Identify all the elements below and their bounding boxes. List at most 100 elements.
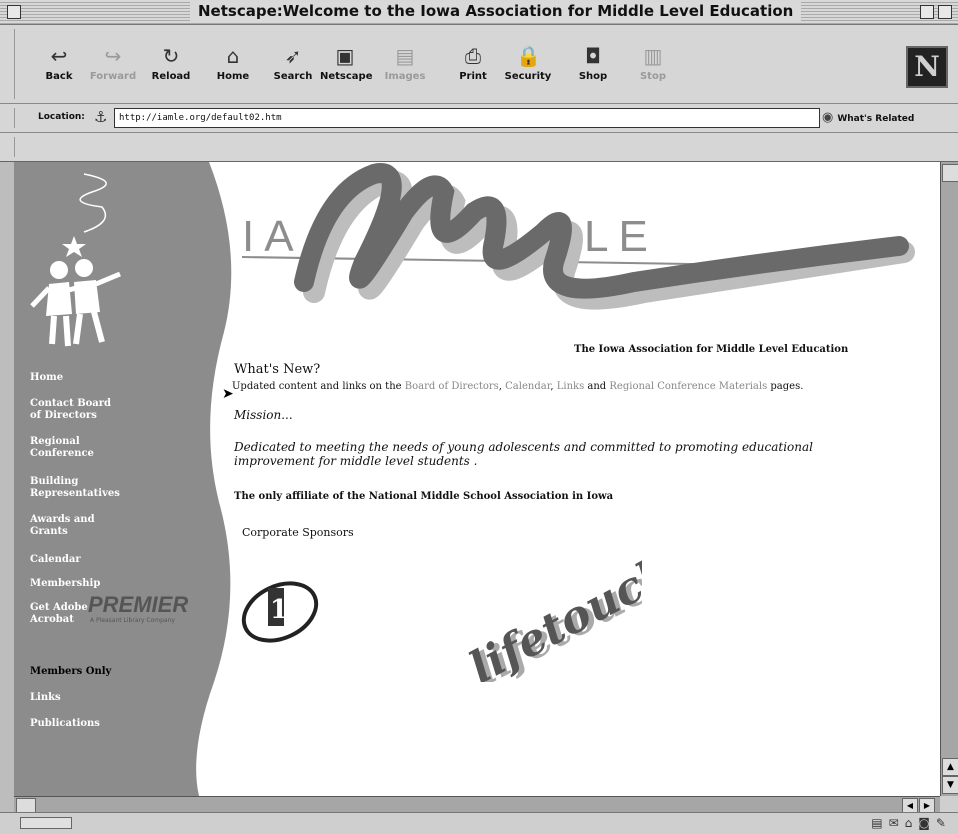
nav-link-label: Links [30,692,61,703]
forward-icon: ↪ [104,44,122,68]
sponsors-heading: Corporate Sponsors [242,526,354,539]
mission-heading: Mission... [234,408,293,422]
mission-statement: Dedicated to meeting the needs of young … [234,440,814,468]
nav-link-building-representatives[interactable]: Building Representatives [30,476,120,500]
print-icon: ⎙ [465,44,481,68]
toolbar-collapse-tab[interactable] [4,29,15,99]
kids-illustration [30,259,121,347]
window-title: Netscape:Welcome to the Iowa Association… [190,2,802,22]
banner-tagline: The Iowa Association for Middle Level Ed… [574,344,849,355]
nav-link-label: Awards and [30,514,95,525]
nav-link-label: of Directors [30,410,97,421]
stop-button[interactable]: ▥ Stop [628,45,678,82]
scroll-up-arrow[interactable]: ▲ [942,758,958,776]
stop-icon: ▥ [643,44,663,68]
updated-prefix: Updated content and links on the [232,381,405,392]
print-button[interactable]: ⎙ Print [448,45,498,82]
component-bar[interactable]: ▤✉⌂◙✎ [871,816,952,830]
vertical-scrollbar[interactable]: ▲ ▼ [940,162,958,796]
svg-text:1: 1 [270,595,288,625]
horizontal-scrollbar[interactable]: ◀ ▶ [14,796,940,813]
nav-link-label: Regional [30,436,80,447]
back-button[interactable]: ↩ Back [34,45,84,82]
search-button[interactable]: ➶ Search [268,45,318,82]
whats-related-label: What's Related [837,114,915,124]
nav-link-label: Conference [30,448,94,459]
nav-link-label: Representatives [30,488,120,499]
nav-link-calendar[interactable]: Calendar [30,554,81,566]
nav-link-label: Home [30,372,64,383]
nav-link-awards-and-grants[interactable]: Awards and Grants [30,514,95,538]
horizontal-scroll-thumb[interactable] [16,798,36,813]
forward-button[interactable]: ↪ Forward [88,45,138,82]
collapse-box[interactable] [938,5,952,19]
page-content: Home Contact Board of Directors Regional Con… [14,162,940,796]
location-collapse-tab[interactable] [4,108,15,128]
reload-button-label: Reload [151,71,191,82]
browser-window: Netscape:Welcome to the Iowa Association… [0,0,958,834]
updated-notice: Updated content and links on the Board o… [232,381,804,392]
stop-button-label: Stop [639,71,666,82]
shop-button-label: Shop [578,71,608,82]
location-toolbar: Location: ⚓ http://iamle.org/default02.h… [0,104,958,133]
nav-link-links[interactable]: Links [30,692,61,704]
nav-link-publications[interactable]: Publications [30,718,100,730]
nav-link-get-adobe-acrobat[interactable]: Get Adobe Acrobat [30,602,88,626]
home-button[interactable]: ⌂ Home [208,45,258,82]
shop-button[interactable]: ◘ Shop [568,45,618,82]
location-label: Location: [38,112,85,122]
link-regional-conference-materials[interactable]: Regional Conference Materials [609,381,767,392]
nav-link-label: Calendar [30,554,81,565]
print-button-label: Print [459,71,487,82]
lifetouch-logo[interactable]: lifetouch. lifetouch. [442,552,642,682]
personal-collapse-tab[interactable] [4,137,15,157]
nav-link-home[interactable]: Home [30,372,63,384]
link-board-of-directors[interactable]: Board of Directors [405,381,499,392]
title-bar[interactable]: Netscape:Welcome to the Iowa Association… [0,0,958,25]
premier-logo-text[interactable]: PREMIER [88,592,188,618]
close-box[interactable] [7,5,21,19]
vertical-scroll-thumb[interactable] [942,164,958,182]
whats-related-icon: ◉ [822,110,834,125]
nav-link-label: Members Only [30,666,112,677]
whats-new-heading: What's New? [234,362,321,377]
home-button-label: Home [216,71,250,82]
link-calendar[interactable]: Calendar [505,381,550,392]
nav-link-members-only[interactable]: Members Only [30,666,111,678]
url-field[interactable]: http://iamle.org/default02.htm [114,108,820,128]
reload-button[interactable]: ↻ Reload [146,45,196,82]
security-button[interactable]: 🔒 Security [503,45,553,82]
scroll-down-arrow[interactable]: ▼ [942,776,958,794]
mouse-cursor-icon: ➤ [222,386,234,402]
scroll-right-arrow[interactable]: ▶ [919,798,935,813]
home-icon: ⌂ [226,44,240,68]
shop-icon: ◘ [585,44,601,68]
updated-suffix: pages. [767,381,804,392]
affiliate-statement: The only affiliate of the National Middl… [234,491,614,502]
search-icon: ➶ [284,44,302,68]
premier-logo-mark[interactable]: 1 [240,570,320,650]
reload-icon: ↻ [162,44,180,68]
scroll-left-arrow[interactable]: ◀ [902,798,918,813]
progress-bar [20,817,72,829]
nav-link-contact-board-of-directors[interactable]: Contact Board of Directors [30,398,111,422]
nav-link-label: Membership [30,578,101,589]
images-button[interactable]: ▤ Images [380,45,430,82]
nav-link-label: Publications [30,718,100,729]
link-links[interactable]: Links [557,381,584,392]
forward-button-label: Forward [89,71,137,82]
nav-link-regional-conference[interactable]: Regional Conference [30,436,94,460]
netscape-icon: ▣ [335,44,355,68]
iamle-logo [241,163,915,310]
whats-related-button[interactable]: ◉ What's Related [822,110,914,125]
zoom-box[interactable] [920,5,934,19]
banner-ia: IA [242,212,304,261]
netscape-button[interactable]: ▣ Netscape [320,44,373,82]
bookmark-icon[interactable]: ⚓ [94,108,107,126]
nav-link-membership[interactable]: Membership [30,578,100,590]
netscape-button-label: Netscape [320,71,373,82]
navigation-toolbar: ↩ Back ↪ Forward ↻ Reload ⌂ Home ➶ Search ▣ Netscap… [0,25,958,104]
images-icon: ▤ [395,44,415,68]
personal-toolbar [0,133,958,162]
netscape-logo[interactable]: N [906,46,948,88]
